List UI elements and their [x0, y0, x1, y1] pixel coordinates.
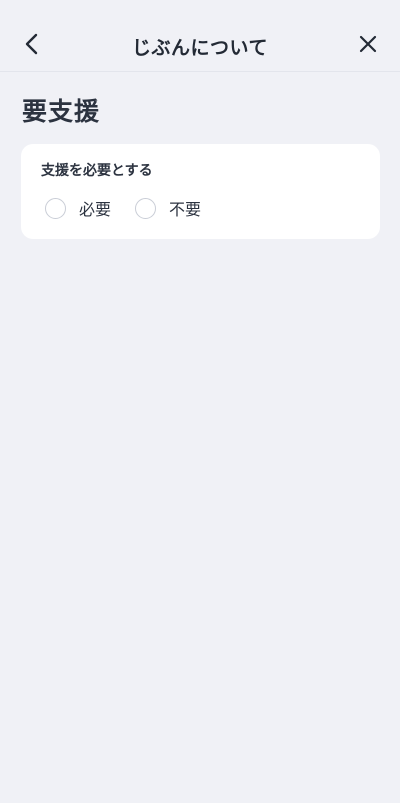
radio-option-required[interactable]: 必要 [45, 196, 111, 220]
page-title: 要支援 [22, 97, 101, 126]
header-title: じぶんについて [132, 37, 268, 59]
radio-button-not-required[interactable] [135, 197, 156, 219]
close-icon [359, 35, 377, 53]
app-header: じぶんについて [0, 0, 400, 72]
radio-option-not-required[interactable]: 不要 [135, 196, 201, 220]
support-card: 支援を必要とする 必要 不要 [21, 144, 380, 239]
close-button[interactable] [350, 26, 386, 62]
support-question-label: 支援を必要とする [41, 163, 153, 179]
radio-button-required[interactable] [45, 197, 66, 219]
radio-label-not-required: 不要 [169, 200, 202, 219]
radio-label-required: 必要 [79, 200, 112, 219]
